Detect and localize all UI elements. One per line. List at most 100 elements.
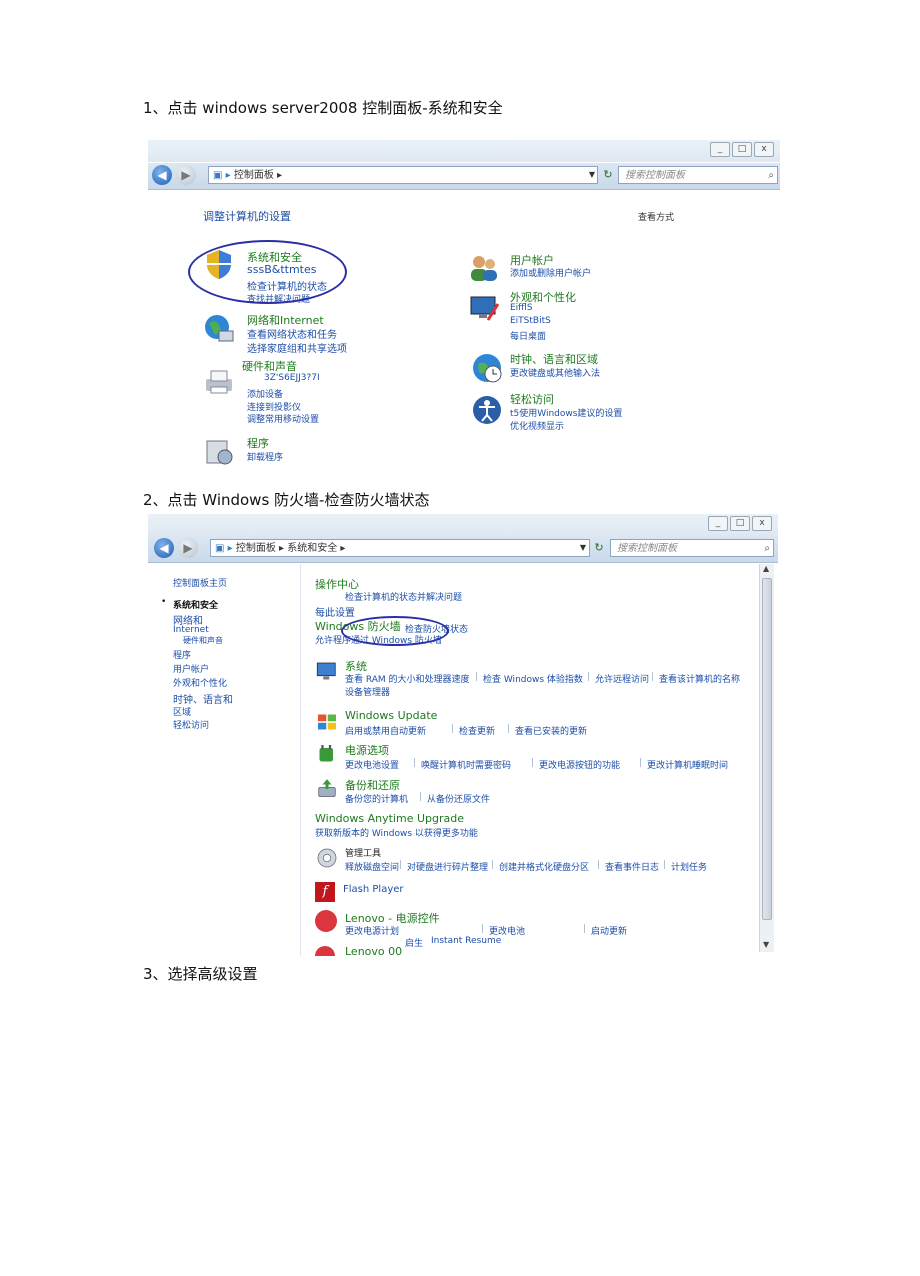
- refresh-icon[interactable]: ↻: [591, 539, 607, 557]
- scrollbar-thumb[interactable]: [762, 578, 772, 920]
- content-pane: 操作中心 检查计算机的状态并解决问题 每此设置 Windows 防火墙 检查防火…: [301, 564, 759, 956]
- refresh-icon[interactable]: ↻: [600, 166, 616, 184]
- category-link[interactable]: 添加或删除用户帐户: [510, 266, 591, 279]
- sidebar-item-appearance[interactable]: 外观和个性化: [173, 676, 227, 689]
- category-link[interactable]: 调整常用移动设置: [247, 412, 319, 425]
- section-link[interactable]: 查看已安装的更新: [515, 724, 587, 737]
- section-link[interactable]: 释放磁盘空间: [345, 860, 399, 873]
- sidebar-item-region[interactable]: 区域: [173, 705, 191, 718]
- back-arrow-icon[interactable]: ◀: [154, 538, 174, 558]
- search-icon[interactable]: ⌕: [764, 540, 770, 558]
- scroll-up-icon[interactable]: ▲: [763, 564, 769, 573]
- screenshot-control-panel: _ □ x ◀ ▶ ▣ ▸ 控制面板 ▸ ▼ ↻ 搜索控制面板 ⌕ 调整计算机的设…: [148, 140, 780, 480]
- page-heading: 调整计算机的设置: [203, 210, 291, 223]
- backup-icon: [318, 779, 336, 797]
- minimize-button[interactable]: _: [710, 142, 730, 157]
- maximize-button[interactable]: □: [730, 516, 750, 531]
- maximize-button[interactable]: □: [732, 142, 752, 157]
- search-input[interactable]: 搜索控制面板 ⌕: [618, 166, 778, 184]
- forward-arrow-icon[interactable]: ▶: [178, 538, 198, 558]
- section-link[interactable]: 每此设置: [315, 604, 355, 619]
- sidebar-home-link[interactable]: 控制面板主页: [173, 576, 227, 589]
- category-link[interactable]: 查看网络状态和任务: [247, 326, 337, 341]
- search-icon[interactable]: ⌕: [768, 167, 774, 185]
- address-bar[interactable]: ▣ ▸ 控制面板 ▸ 系统和安全 ▸: [210, 539, 590, 557]
- section-backup-restore[interactable]: 备份和还原: [345, 777, 400, 793]
- section-link[interactable]: 更改电源计划: [345, 924, 399, 937]
- section-link[interactable]: Instant Resume: [431, 936, 501, 946]
- sidebar-item-user-accounts[interactable]: 用户帐户: [173, 662, 209, 675]
- sidebar: 控制面板主页 • 系统和安全 网络和 Internet 硬件和声音 程序 用户帐…: [148, 564, 301, 956]
- breadcrumb-system-security[interactable]: 系统和安全: [287, 543, 337, 554]
- section-link[interactable]: 检查计算机的状态并解决问题: [345, 590, 462, 603]
- minimize-button[interactable]: _: [708, 516, 728, 531]
- close-button[interactable]: x: [754, 142, 774, 157]
- section-link[interactable]: 查看事件日志: [605, 860, 659, 873]
- sidebar-item-programs[interactable]: 程序: [173, 648, 191, 661]
- appearance-icon: [470, 296, 500, 321]
- address-bar[interactable]: ▣ ▸ 控制面板 ▸: [208, 166, 598, 184]
- section-link-device-manager[interactable]: 设备管理器: [345, 685, 390, 698]
- power-icon: [319, 745, 333, 762]
- navigation-bar: ◀ ▶ ▣ ▸ 控制面板 ▸ ▼ ↻ 搜索控制面板 ⌕: [148, 163, 780, 190]
- section-link[interactable]: 对硬盘进行碎片整理: [407, 860, 488, 873]
- chevron-down-icon[interactable]: ▼: [585, 166, 599, 184]
- sidebar-item-system-security[interactable]: 系统和安全: [173, 598, 218, 611]
- section-link[interactable]: 查看 RAM 的大小和处理器速度: [345, 672, 470, 685]
- section-link[interactable]: 查看该计算机的名称: [659, 672, 740, 685]
- section-link[interactable]: 启用或禁用自动更新: [345, 724, 426, 737]
- category-link[interactable]: 每日桌面: [510, 329, 546, 342]
- scrollbar[interactable]: ▲ ▼: [759, 564, 774, 952]
- back-arrow-icon[interactable]: ◀: [152, 165, 172, 185]
- category-programs[interactable]: 程序: [247, 435, 269, 451]
- category-link[interactable]: EiTStBitS: [510, 316, 551, 326]
- category-hardware-sound[interactable]: 硬件和声音: [242, 358, 297, 374]
- section-link[interactable]: 启动更新: [591, 924, 627, 937]
- section-link[interactable]: 创建并格式化硬盘分区: [499, 860, 589, 873]
- section-link[interactable]: 备份您的计算机: [345, 792, 408, 805]
- sidebar-item-clock[interactable]: 时钟、语言和: [173, 691, 233, 706]
- category-clock-language[interactable]: 时钟、语言和区域: [510, 351, 598, 367]
- close-button[interactable]: x: [752, 516, 772, 531]
- section-link[interactable]: 更改电池设置: [345, 758, 399, 771]
- category-link[interactable]: 卸载程序: [247, 450, 283, 463]
- category-link[interactable]: 更改键盘或其他输入法: [510, 366, 600, 379]
- navigation-bar: ◀ ▶ ▣ ▸ 控制面板 ▸ 系统和安全 ▸ ▼ ↻ 搜索控制面板 ⌕: [148, 536, 778, 563]
- section-power-options[interactable]: 电源选项: [345, 742, 389, 758]
- section-link[interactable]: 更改电源按钮的功能: [539, 758, 620, 771]
- step-1-caption: 1、点击 windows server2008 控制面板-系统和安全: [143, 99, 503, 117]
- category-ease-of-access[interactable]: 轻松访问: [510, 391, 554, 407]
- search-input[interactable]: 搜索控制面板 ⌕: [610, 539, 774, 557]
- section-link[interactable]: 更改计算机睡眠时间: [647, 758, 728, 771]
- chevron-down-icon[interactable]: ▼: [576, 539, 590, 557]
- category-link[interactable]: 优化视频显示: [510, 419, 564, 432]
- category-link[interactable]: 选择家庭组和共享选项: [247, 340, 347, 355]
- section-link[interactable]: 允许远程访问: [595, 672, 649, 685]
- category-link[interactable]: t5使用Windows建议的设置: [510, 406, 622, 419]
- section-link[interactable]: 检查 Windows 体验指数: [483, 672, 583, 685]
- section-windows-update[interactable]: Windows Update: [345, 709, 437, 722]
- section-anytime-upgrade[interactable]: Windows Anytime Upgrade: [315, 812, 464, 825]
- category-link[interactable]: 添加设备: [247, 387, 283, 400]
- section-flash-player[interactable]: Flash Player: [343, 884, 404, 895]
- breadcrumb-control-panel[interactable]: 控制面板: [236, 543, 276, 554]
- sidebar-item-ease-of-access[interactable]: 轻松访问: [173, 718, 209, 731]
- scroll-down-icon[interactable]: ▼: [763, 940, 769, 949]
- breadcrumb-control-panel[interactable]: 控制面板: [234, 170, 274, 181]
- section-link[interactable]: 获取新版本的 Windows 以获得更多功能: [315, 826, 478, 839]
- forward-arrow-icon[interactable]: ▶: [176, 165, 196, 185]
- sidebar-item-hardware[interactable]: 硬件和声音: [183, 635, 223, 646]
- section-lenovo[interactable]: Lenovo 00: [345, 945, 402, 956]
- section-link[interactable]: 启生: [405, 936, 423, 949]
- category-link[interactable]: 3Z'S6EJJ3?7I: [264, 373, 320, 383]
- section-admin-tools[interactable]: 管理工具: [345, 846, 381, 859]
- ease-of-access-icon: [473, 396, 501, 424]
- section-link[interactable]: 检查更新: [459, 724, 495, 737]
- section-link[interactable]: 从备份还原文件: [427, 792, 490, 805]
- section-link[interactable]: 唤醒计算机时需要密码: [421, 758, 511, 771]
- folder-icon: ▣ ▸: [215, 543, 236, 554]
- section-link[interactable]: 计划任务: [671, 860, 707, 873]
- category-link[interactable]: EifflS: [510, 303, 533, 313]
- sidebar-item-internet[interactable]: Internet: [173, 625, 209, 635]
- view-by-label: 查看方式: [638, 213, 675, 223]
